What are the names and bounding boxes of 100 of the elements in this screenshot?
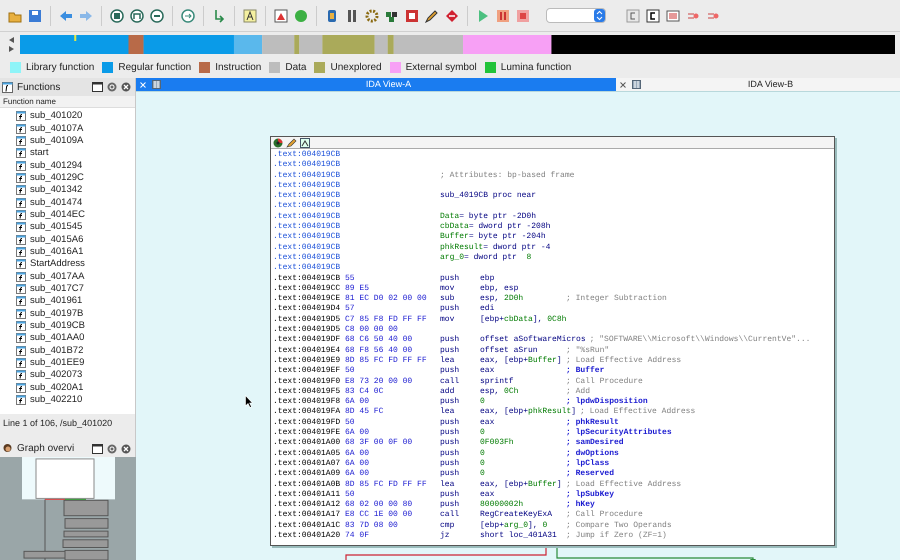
comment: ; hKey bbox=[565, 500, 595, 510]
color-wheel-icon[interactable] bbox=[273, 138, 283, 148]
opcode-bytes: 6A 00 bbox=[345, 458, 370, 470]
function-icon bbox=[16, 284, 26, 294]
mnemonic: push bbox=[440, 304, 460, 315]
code-block[interactable] bbox=[270, 136, 835, 546]
graph-overview-drawing[interactable] bbox=[0, 457, 136, 560]
function-item[interactable]: sub_40197B bbox=[30, 308, 84, 320]
address: .text:004019CE bbox=[273, 294, 342, 304]
operand: phkResult= dword ptr -4 bbox=[440, 242, 550, 253]
view-tab[interactable]: IDA View-A bbox=[136, 78, 616, 91]
c-brackets-icon[interactable] bbox=[626, 8, 640, 22]
stop-square-icon[interactable] bbox=[405, 8, 419, 22]
pause-icon[interactable] bbox=[496, 8, 510, 22]
mnemonic: push bbox=[440, 448, 460, 459]
comment: ; phkResult bbox=[565, 418, 619, 428]
function-item[interactable]: sub_401294 bbox=[30, 160, 82, 172]
operand: arg_0= dword ptr 8 bbox=[440, 252, 532, 264]
close-icon[interactable] bbox=[620, 82, 626, 88]
opcode-bytes: 68 F8 56 40 00 bbox=[345, 346, 414, 356]
address: .text:00401A12 bbox=[273, 500, 342, 510]
address: .text:004019CB bbox=[273, 274, 342, 284]
mnemonic: jz bbox=[440, 530, 451, 542]
function-item[interactable]: sub_4020A1 bbox=[30, 382, 84, 394]
function-icon bbox=[16, 370, 26, 380]
function-item[interactable]: sub_4017C7 bbox=[30, 282, 84, 295]
window-icon[interactable] bbox=[92, 82, 103, 92]
function-item[interactable]: sub_401B72 bbox=[30, 344, 84, 357]
mnemonic: push bbox=[440, 458, 460, 469]
function-item[interactable]: sub_401AA0 bbox=[30, 332, 84, 344]
stepper-arrows-icon[interactable] bbox=[594, 9, 605, 22]
pencil-icon[interactable] bbox=[286, 138, 297, 148]
operand: 0 bbox=[480, 448, 486, 459]
opcode-bytes: 8D 85 FC FD FF FF bbox=[345, 480, 428, 490]
address: .text:004019D4 bbox=[273, 304, 342, 315]
chip-icon[interactable] bbox=[325, 8, 339, 22]
comment: ; Buffer bbox=[565, 366, 604, 377]
operand: 0 bbox=[480, 469, 486, 480]
function-item[interactable]: sub_4014EC bbox=[30, 208, 85, 221]
sync-icon[interactable] bbox=[107, 444, 117, 454]
close-icon[interactable] bbox=[121, 82, 131, 92]
function-item[interactable]: sub_4017AA bbox=[30, 270, 84, 283]
jump-arrow-icon[interactable] bbox=[212, 8, 226, 22]
function-item[interactable]: sub_401342 bbox=[30, 184, 82, 196]
function-icon bbox=[16, 136, 26, 146]
image-icon[interactable] bbox=[274, 8, 288, 22]
operand: eax, [ebp+Buffer] bbox=[480, 356, 562, 366]
comment: ; "SOFTWARE\\Microsoft\\Windows\\CurrentVe"... bbox=[588, 335, 810, 346]
mnemonic: push bbox=[440, 346, 460, 356]
function-item[interactable]: sub_40107A bbox=[30, 122, 84, 135]
function-item[interactable]: sub_401961 bbox=[30, 295, 82, 308]
column-icon[interactable] bbox=[345, 8, 359, 22]
stop-icon[interactable] bbox=[516, 8, 530, 22]
opcode-bytes: C8 00 00 00 bbox=[345, 325, 399, 336]
comment: ; samDesired bbox=[565, 438, 624, 449]
function-icon bbox=[16, 296, 26, 306]
function-icon bbox=[16, 395, 26, 406]
function-item[interactable]: sub_401474 bbox=[30, 196, 82, 209]
operand: eax, [ebp+phkResult] bbox=[480, 407, 576, 418]
mnemonic: push bbox=[440, 366, 460, 377]
operand: esp, 0Ch bbox=[480, 386, 520, 398]
function-item[interactable]: start bbox=[30, 147, 48, 160]
function-item[interactable]: sub_401545 bbox=[30, 221, 82, 234]
function-item[interactable]: StartAddress bbox=[30, 258, 85, 270]
function-item[interactable]: sub_40129C bbox=[30, 172, 84, 184]
opcode-bytes: 50 bbox=[345, 366, 356, 377]
nav-arrows-icon[interactable] bbox=[6, 34, 16, 54]
comment: ; lpClass bbox=[565, 458, 610, 469]
function-item[interactable]: sub_4016A1 bbox=[30, 246, 84, 258]
close-icon[interactable] bbox=[121, 444, 131, 454]
c-box-icon[interactable] bbox=[646, 8, 660, 22]
function-item[interactable]: sub_40109A bbox=[30, 134, 84, 147]
debugger-dropdown[interactable] bbox=[546, 8, 606, 23]
list-icon[interactable] bbox=[666, 8, 680, 22]
function-item[interactable]: sub_4019CB bbox=[30, 320, 85, 332]
window-icon[interactable] bbox=[92, 444, 103, 454]
column-header[interactable]: Function name bbox=[0, 96, 135, 108]
navigation-band[interactable] bbox=[20, 34, 895, 54]
comment: ; Load Effective Address bbox=[579, 407, 696, 418]
mnemonic: push bbox=[440, 490, 460, 500]
sync-icon[interactable] bbox=[107, 82, 117, 92]
function-item[interactable]: sub_402210 bbox=[30, 394, 82, 406]
function-item[interactable]: sub_401020 bbox=[30, 110, 82, 122]
function-item[interactable]: sub_402073 bbox=[30, 369, 82, 382]
mnemonic: lea bbox=[440, 480, 456, 490]
pencil-icon[interactable] bbox=[425, 8, 439, 22]
address: .text:00401A17 bbox=[273, 510, 342, 521]
operand: RegCreateKeyExA bbox=[480, 510, 554, 521]
function-item[interactable]: sub_4015A6 bbox=[30, 234, 84, 246]
operand: cbData= dword ptr -208h bbox=[440, 222, 550, 232]
operand: edi bbox=[480, 304, 496, 315]
diamond-icon[interactable] bbox=[445, 8, 459, 22]
opcode-bytes: E8 CC 1E 00 00 bbox=[345, 510, 414, 521]
back-arrow-icon[interactable] bbox=[59, 8, 73, 22]
function-item[interactable]: sub_401EE9 bbox=[30, 357, 84, 370]
save-icon[interactable] bbox=[28, 8, 42, 22]
operand: 0F003Fh bbox=[480, 438, 515, 449]
graph-icon[interactable] bbox=[300, 138, 310, 148]
text-icon[interactable] bbox=[243, 8, 257, 22]
opcode-bytes: 89 E5 bbox=[345, 284, 370, 294]
